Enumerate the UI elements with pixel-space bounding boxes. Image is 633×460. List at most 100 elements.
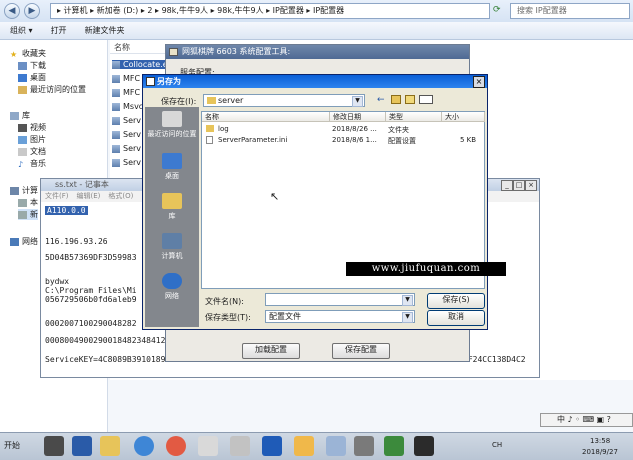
place-recent[interactable]: 最近访问的位置 bbox=[145, 111, 199, 139]
back-button[interactable]: ◀ bbox=[4, 3, 20, 19]
file-item[interactable]: MFC bbox=[112, 74, 140, 83]
nav-downloads[interactable]: 下载 bbox=[18, 60, 46, 71]
nav-new-volume[interactable]: 新 bbox=[18, 209, 38, 220]
nav-network[interactable]: 网络 bbox=[10, 236, 38, 247]
text-line[interactable]: A110.0.0 bbox=[45, 206, 88, 215]
place-desktop[interactable]: 桌面 bbox=[145, 153, 199, 181]
file-item[interactable]: Serv bbox=[112, 130, 141, 139]
powershell-icon[interactable] bbox=[72, 436, 92, 456]
save-as-dialog: 另存为 × 保存在(I): server ▼ ← 最近访问的位置 桌面 库 计算… bbox=[142, 74, 488, 330]
tool-icon[interactable] bbox=[262, 436, 282, 456]
close-button[interactable]: × bbox=[473, 76, 485, 88]
config-tool-icon[interactable] bbox=[414, 436, 434, 456]
nav-computer[interactable]: 计算 bbox=[10, 185, 38, 196]
explorer-icon[interactable] bbox=[100, 436, 120, 456]
column-name[interactable]: 名称 bbox=[202, 112, 330, 122]
text-line[interactable]: ServiceKEY=4C8089B3910189 bbox=[45, 355, 165, 364]
chevron-down-icon[interactable]: ▼ bbox=[402, 295, 413, 306]
text-line[interactable]: 056729506b0fd6aleb9 bbox=[45, 295, 137, 304]
folder-icon bbox=[206, 125, 214, 132]
place-computer[interactable]: 计算机 bbox=[145, 233, 199, 261]
text-line[interactable]: 00080049002900184823484123 bbox=[45, 336, 170, 345]
dll-icon bbox=[112, 130, 120, 139]
up-folder-icon[interactable] bbox=[391, 95, 401, 104]
nav-pictures[interactable]: 图片 bbox=[18, 134, 46, 145]
file-item[interactable]: Serv bbox=[112, 116, 141, 125]
nav-videos[interactable]: 视频 bbox=[18, 122, 46, 133]
text-line[interactable]: C:\Program Files\Mi bbox=[45, 286, 137, 295]
table-row[interactable]: ServerParameter.ini 2018/8/6 1... 配置设置 5… bbox=[202, 135, 484, 145]
close-button[interactable]: × bbox=[525, 180, 537, 191]
disk-icon bbox=[18, 198, 27, 207]
file-item[interactable]: Msvc bbox=[112, 102, 143, 111]
browser-icon[interactable] bbox=[166, 436, 186, 456]
organize-button[interactable]: 组织 ▾ bbox=[10, 25, 33, 36]
back-arrow-icon[interactable]: ← bbox=[377, 95, 385, 105]
ime-language-bar[interactable]: 中 ♪ ◦ ⌨ ▣ ? bbox=[540, 413, 633, 427]
clock-date[interactable]: 2018/9/27 bbox=[582, 448, 618, 456]
command-bar: 组织 ▾ 打开 新建文件夹 bbox=[0, 22, 633, 40]
monitor-icon[interactable] bbox=[354, 436, 374, 456]
column-size[interactable]: 大小 bbox=[442, 112, 485, 122]
config-tool-title[interactable]: 网狐棋牌 6603 系统配置工具: bbox=[166, 45, 469, 59]
search-input[interactable]: 搜索 IP配置器 bbox=[510, 3, 630, 19]
open-button[interactable]: 打开 bbox=[51, 25, 67, 36]
text-line[interactable]: 5F24CC138D4C2 bbox=[463, 355, 526, 364]
start-button[interactable]: 开始 bbox=[0, 432, 30, 460]
file-item[interactable]: Serv bbox=[112, 158, 141, 167]
save-button[interactable]: 保存(S) bbox=[427, 293, 485, 309]
nav-desktop[interactable]: 桌面 bbox=[18, 72, 46, 83]
save-config-button[interactable]: 保存配置 bbox=[332, 343, 390, 359]
app-icon[interactable] bbox=[294, 436, 314, 456]
nav-local-disk[interactable]: 本 bbox=[18, 197, 38, 208]
text-line[interactable]: 116.196.93.26 bbox=[45, 237, 108, 246]
window-icon[interactable] bbox=[230, 436, 250, 456]
network-icon[interactable] bbox=[326, 436, 346, 456]
menu-edit[interactable]: 编辑(E) bbox=[77, 191, 101, 202]
save-in-combo[interactable]: server ▼ bbox=[203, 94, 365, 107]
load-config-button[interactable]: 加载配置 bbox=[242, 343, 300, 359]
text-line[interactable]: 5D04B57369DF3D59983 bbox=[45, 253, 137, 262]
network-icon bbox=[10, 237, 19, 246]
filetype-combo[interactable]: 配置文件 ▼ bbox=[265, 310, 415, 323]
menu-file[interactable]: 文件(F) bbox=[45, 191, 69, 202]
save-as-title[interactable]: 另存为 bbox=[143, 75, 487, 88]
chevron-down-icon: ▼ bbox=[352, 96, 363, 107]
recent-places-icon bbox=[18, 85, 27, 94]
language-indicator[interactable]: CH bbox=[492, 441, 502, 449]
dll-icon bbox=[112, 88, 120, 97]
nav-music[interactable]: ♪ 音乐 bbox=[18, 158, 46, 169]
place-libraries[interactable]: 库 bbox=[145, 193, 199, 221]
nav-favorites[interactable]: ★ 收藏夹 bbox=[10, 48, 46, 59]
server-manager-icon[interactable] bbox=[44, 436, 64, 456]
file-item[interactable]: Serv bbox=[112, 144, 141, 153]
new-folder-icon[interactable] bbox=[405, 95, 415, 104]
file-item[interactable]: MFC bbox=[112, 88, 140, 97]
nav-documents[interactable]: 文档 bbox=[18, 146, 46, 157]
maximize-button[interactable]: □ bbox=[513, 180, 525, 191]
refresh-icon[interactable]: ⟳ bbox=[493, 5, 507, 17]
cancel-button[interactable]: 取消 bbox=[427, 310, 485, 326]
minimize-button[interactable]: _ bbox=[501, 180, 513, 191]
view-menu-icon[interactable] bbox=[419, 95, 433, 104]
address-input[interactable]: ▸ 计算机 ▸ 新加卷 (D:) ▸ 2 ▸ 98k,牛牛9人 ▸ 98k,牛牛… bbox=[50, 3, 490, 19]
forward-button[interactable]: ▶ bbox=[24, 3, 40, 19]
column-date[interactable]: 修改日期 bbox=[330, 112, 386, 122]
clock-time[interactable]: 13:58 bbox=[590, 437, 610, 445]
documents-icon bbox=[18, 147, 27, 156]
text-line[interactable]: 0002007100290048282 bbox=[45, 319, 137, 328]
filename-input[interactable]: ▼ bbox=[265, 293, 415, 306]
nav-recent[interactable]: 最近访问的位置 bbox=[18, 84, 86, 95]
new-folder-button[interactable]: 新建文件夹 bbox=[85, 25, 125, 36]
nav-libraries[interactable]: 库 bbox=[10, 110, 30, 121]
table-row[interactable]: log 2018/8/26 ... 文件夹 bbox=[202, 124, 484, 134]
column-type[interactable]: 类型 bbox=[386, 112, 442, 122]
menu-format[interactable]: 格式(O) bbox=[108, 191, 133, 202]
text-line[interactable]: bydwx bbox=[45, 277, 69, 286]
chart-icon[interactable] bbox=[384, 436, 404, 456]
place-network[interactable]: 网络 bbox=[145, 273, 199, 301]
file-item[interactable]: Collocate.e bbox=[112, 60, 168, 69]
documents-icon[interactable] bbox=[198, 436, 218, 456]
app-icon[interactable] bbox=[134, 436, 154, 456]
address-toolbar: ◀ ▶ ▸ 计算机 ▸ 新加卷 (D:) ▸ 2 ▸ 98k,牛牛9人 ▸ 98… bbox=[0, 0, 633, 22]
